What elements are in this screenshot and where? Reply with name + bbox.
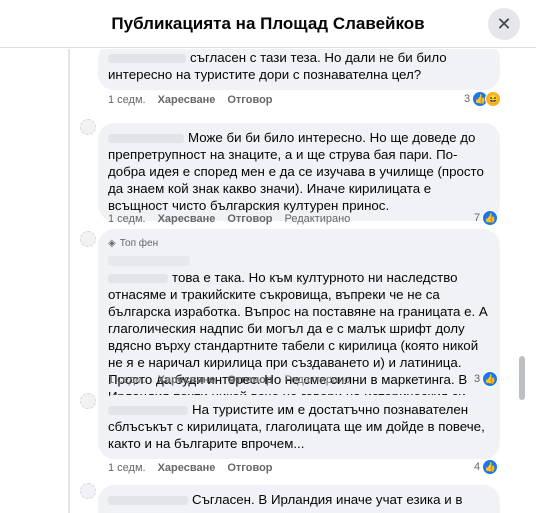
like-button[interactable]: Харесване <box>158 213 216 225</box>
comment-time[interactable]: 1 седм. <box>108 462 146 474</box>
like-reaction-icon: 👍 <box>482 210 499 226</box>
commenter-name[interactable] <box>108 495 188 505</box>
reaction-count: 7 <box>474 212 481 224</box>
reaction-count: 3 <box>464 93 471 105</box>
comment-bubble: На туристите им е достатъчно познавателе… <box>98 395 500 459</box>
dialog-title: Публикацията на Площад Славейков <box>111 13 425 33</box>
comment-bubble: Съгласен. В Ирландия иначе учат езика и … <box>98 485 500 513</box>
commenter-name[interactable] <box>108 256 190 266</box>
thread-line <box>68 49 70 513</box>
reaction-summary[interactable]: 4 👍 <box>474 459 499 475</box>
top-fan-label: Топ фен <box>119 238 159 249</box>
comment-actions: 1 седм. Харесване Отговор Редактирано <box>108 374 350 386</box>
reaction-summary[interactable]: 3 👍 😆 <box>464 91 502 107</box>
comment-actions: 1 седм. Харесване Отговор <box>108 462 273 474</box>
scrollbar-thumb[interactable] <box>519 356 525 400</box>
comments-scroll-area[interactable]: съгласен с тази теза. Но дали не би било… <box>0 49 536 513</box>
haha-reaction-icon: 😆 <box>485 91 502 107</box>
reaction-count: 4 <box>474 461 481 473</box>
like-reaction-icon: 👍 <box>482 371 499 387</box>
reply-button[interactable]: Отговор <box>227 213 272 225</box>
commenter-name[interactable] <box>108 133 184 143</box>
comment-time[interactable]: 1 седм. <box>108 374 146 386</box>
like-button[interactable]: Харесване <box>158 462 216 474</box>
reply-button[interactable]: Отговор <box>227 462 272 474</box>
like-button[interactable]: Харесване <box>158 374 216 386</box>
diamond-icon: ◈ <box>108 238 116 249</box>
comment-time[interactable]: 1 седм. <box>108 213 146 225</box>
top-fan-badge: ◈ Топ фен <box>108 235 490 252</box>
dialog-header: Публикацията на Площад Славейков ✕ <box>0 0 536 48</box>
like-reaction-icon: 👍 <box>482 459 499 475</box>
commenter-name[interactable] <box>108 405 188 415</box>
comment-time[interactable]: 1 седм. <box>108 94 146 106</box>
commenter-name[interactable] <box>108 53 186 63</box>
comment-actions: 1 седм. Харесване Отговор <box>108 94 273 106</box>
close-button[interactable]: ✕ <box>488 8 520 40</box>
avatar[interactable] <box>80 119 96 135</box>
edited-label[interactable]: Редактирано <box>285 374 351 386</box>
like-button[interactable]: Харесване <box>158 94 216 106</box>
avatar[interactable] <box>80 393 96 409</box>
reaction-summary[interactable]: 3 👍 <box>474 371 499 387</box>
reply-button[interactable]: Отговор <box>227 94 272 106</box>
reaction-count: 3 <box>474 373 481 385</box>
edited-label[interactable]: Редактирано <box>285 213 351 225</box>
avatar[interactable] <box>80 231 96 247</box>
comment-bubble: съгласен с тази теза. Но дали не би било… <box>98 49 500 90</box>
reply-button[interactable]: Отговор <box>227 374 272 386</box>
reaction-summary[interactable]: 7 👍 <box>474 210 499 226</box>
close-icon: ✕ <box>496 13 512 34</box>
commenter-name-part[interactable] <box>108 273 168 283</box>
avatar[interactable] <box>80 483 96 499</box>
comment-actions: 1 седм. Харесване Отговор Редактирано <box>108 213 350 225</box>
comment-bubble: Може би би било интересно. Но ще доведе … <box>98 123 500 221</box>
